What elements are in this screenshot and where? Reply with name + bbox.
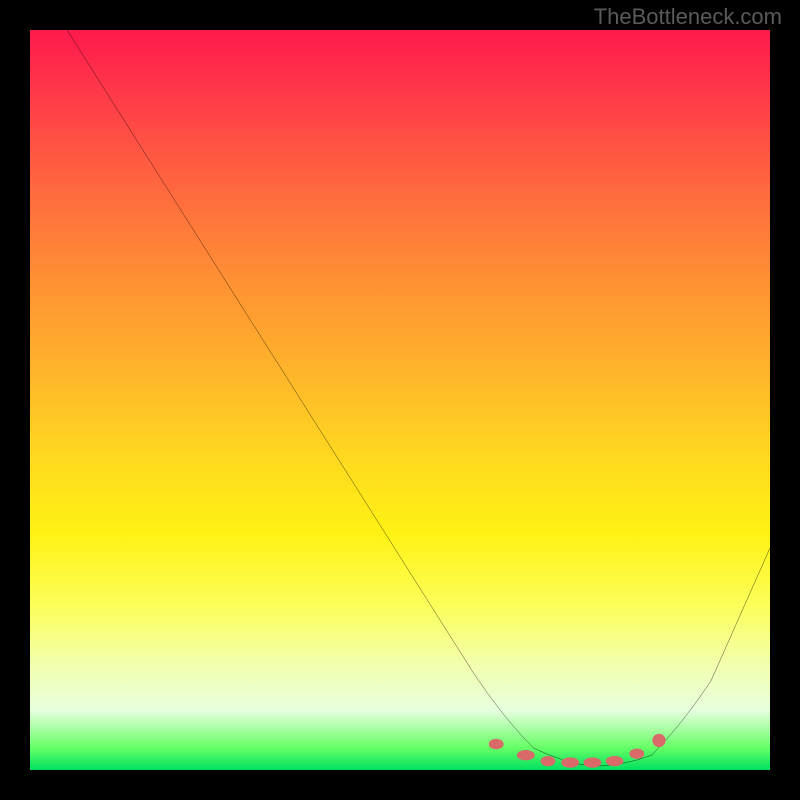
watermark-text: TheBottleneck.com	[594, 4, 782, 30]
chart-background-gradient	[30, 30, 770, 770]
